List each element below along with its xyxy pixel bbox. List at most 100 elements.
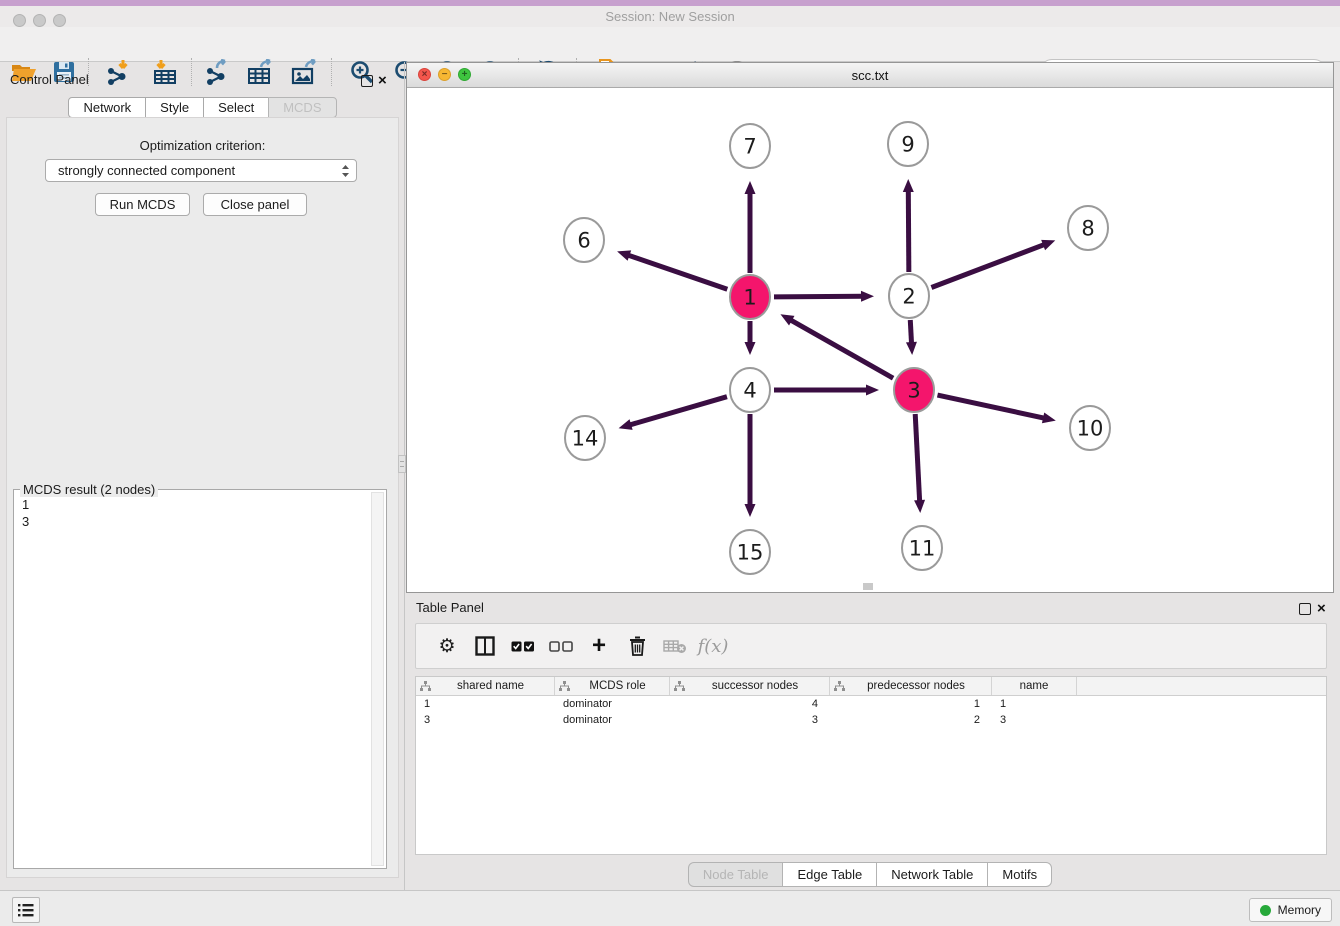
tab-edge-table[interactable]: Edge Table: [782, 862, 877, 887]
table-cell[interactable]: 3: [992, 714, 1077, 726]
graph-node-8[interactable]: 8: [1068, 206, 1108, 250]
table-panel-title: Table Panel: [416, 600, 484, 615]
export-image-button[interactable]: [287, 56, 323, 88]
application-window: Session: New Session: [0, 0, 1340, 926]
table-cell[interactable]: 4: [670, 698, 830, 710]
graph-edge[interactable]: [628, 255, 728, 289]
clear-table-button[interactable]: [656, 628, 694, 664]
table-cell[interactable]: 2: [830, 714, 992, 726]
graph-edge[interactable]: [908, 190, 909, 272]
graph-edge[interactable]: [790, 320, 893, 378]
column-header-shared-name[interactable]: shared name: [416, 677, 555, 695]
status-bar: Memory: [0, 890, 1340, 926]
table-cell[interactable]: 1: [992, 698, 1077, 710]
graph-edge-arrowhead: [619, 419, 633, 430]
export-network-icon: [205, 59, 231, 85]
graph-edge-arrowhead: [1041, 240, 1055, 250]
table-panel-close-icon[interactable]: ×: [1317, 603, 1329, 615]
graph-node-2[interactable]: 2: [889, 274, 929, 318]
graph-edge[interactable]: [931, 244, 1045, 287]
table-panel-float-icon[interactable]: [1299, 603, 1311, 615]
trash-icon: [629, 636, 646, 656]
graph-node-4[interactable]: 4: [730, 368, 770, 412]
table-settings-button[interactable]: ⚙: [428, 628, 466, 664]
graph-edge-arrowhead: [745, 504, 756, 517]
graph-node-label: 3: [907, 379, 920, 403]
panel-splitter[interactable]: [404, 62, 405, 890]
memory-button[interactable]: Memory: [1249, 898, 1332, 922]
table-body: 1dominator4113dominator323: [416, 696, 1326, 728]
table-cell[interactable]: 1: [416, 698, 555, 710]
control-panel-float-icon[interactable]: [361, 75, 373, 87]
delete-column-button[interactable]: [618, 628, 656, 664]
graph-node-label: 11: [909, 537, 936, 561]
toolbar-separator: [331, 58, 332, 86]
graph-edge[interactable]: [915, 414, 919, 502]
select-all-button[interactable]: [504, 628, 542, 664]
graph-edge-arrowhead: [914, 500, 925, 513]
tab-select[interactable]: Select: [203, 97, 269, 118]
function-icon: f(x): [698, 636, 729, 657]
graph-edge[interactable]: [937, 395, 1045, 418]
splitter-grip[interactable]: [398, 455, 406, 473]
table-cell[interactable]: 3: [416, 714, 555, 726]
tab-network[interactable]: Network: [68, 97, 146, 118]
tab-style[interactable]: Style: [145, 97, 204, 118]
network-graph: 7 9 6 8 1 2 4 3 14 10 15 11: [407, 88, 1333, 592]
import-table-icon: [153, 59, 179, 85]
import-network-icon: [106, 59, 132, 85]
import-table-button[interactable]: [148, 56, 184, 88]
unselect-all-button[interactable]: [542, 628, 580, 664]
tab-network-table[interactable]: Network Table: [876, 862, 988, 887]
export-network-button[interactable]: [200, 56, 236, 88]
graph-edge[interactable]: [910, 320, 911, 344]
table-cell[interactable]: dominator: [555, 714, 670, 726]
table-row[interactable]: 1dominator411: [416, 696, 1326, 712]
graph-edge-arrowhead: [903, 179, 914, 192]
chevron-updown-icon: [341, 164, 350, 178]
import-network-button[interactable]: [101, 56, 137, 88]
plus-icon: +: [592, 636, 606, 656]
graph-node-11[interactable]: 11: [902, 526, 942, 570]
mcds-result-title: MCDS result (2 nodes): [20, 482, 158, 497]
table-cell[interactable]: 1: [830, 698, 992, 710]
mcds-result-text: 1 3: [22, 496, 29, 530]
export-table-button[interactable]: [243, 56, 279, 88]
close-panel-button[interactable]: Close panel: [203, 193, 307, 216]
graph-node-1[interactable]: 1: [730, 275, 770, 319]
graph-node-9[interactable]: 9: [888, 122, 928, 166]
column-header-successor-nodes[interactable]: successor nodes: [670, 677, 830, 695]
window-title: Session: New Session: [0, 9, 1340, 24]
graph-node-14[interactable]: 14: [565, 416, 605, 460]
run-mcds-button[interactable]: Run MCDS: [95, 193, 190, 216]
task-history-button[interactable]: [12, 897, 40, 923]
column-header-predecessor-nodes[interactable]: predecessor nodes: [830, 677, 992, 695]
network-scrollbar-thumb[interactable]: [863, 583, 873, 590]
graph-node-15[interactable]: 15: [730, 530, 770, 574]
mcds-result-box[interactable]: MCDS result (2 nodes) 1 3: [13, 489, 387, 869]
graph-edge[interactable]: [629, 397, 727, 425]
add-column-button[interactable]: +: [580, 628, 618, 664]
function-builder-button[interactable]: f(x): [694, 628, 732, 664]
column-header-name[interactable]: name: [992, 677, 1077, 695]
table-cell[interactable]: dominator: [555, 698, 670, 710]
column-header-mcds-role[interactable]: MCDS role: [555, 677, 670, 695]
graph-edge[interactable]: [774, 296, 863, 297]
table-cell[interactable]: 3: [670, 714, 830, 726]
mcds-result-scrollbar[interactable]: [371, 492, 384, 866]
graph-node-3[interactable]: 3: [894, 368, 934, 412]
tab-node-table[interactable]: Node Table: [688, 862, 784, 887]
column-type-icon: [674, 681, 685, 692]
tab-motifs[interactable]: Motifs: [987, 862, 1052, 887]
network-window-titlebar: × − + scc.txt: [407, 63, 1333, 88]
optimization-criterion-select[interactable]: strongly connected component: [45, 159, 357, 182]
table-row[interactable]: 3dominator323: [416, 712, 1326, 728]
graph-node-7[interactable]: 7: [730, 124, 770, 168]
graph-node-10[interactable]: 10: [1070, 406, 1110, 450]
control-panel-close-icon[interactable]: ×: [378, 75, 390, 87]
network-canvas[interactable]: 7 9 6 8 1 2 4 3 14 10 15 11: [407, 88, 1333, 592]
tab-mcds[interactable]: MCDS: [268, 97, 336, 118]
main-toolbar: [0, 27, 1340, 62]
graph-node-6[interactable]: 6: [564, 218, 604, 262]
split-panel-button[interactable]: [466, 628, 504, 664]
